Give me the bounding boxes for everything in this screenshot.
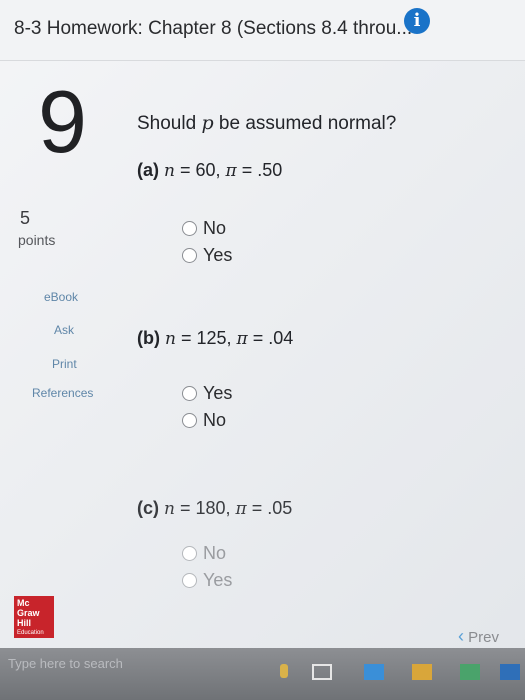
part-b-option-yes[interactable]: Yes: [182, 383, 232, 404]
option-label: No: [203, 543, 227, 563]
part-b-n-value: = 125,: [175, 328, 237, 348]
file-explorer-icon[interactable]: [412, 664, 432, 680]
part-b-pi-value: = .04: [247, 328, 294, 348]
part-b-letter: (b): [137, 328, 160, 348]
part-a-label: (a) n = 60, π = .50: [137, 160, 282, 181]
radio-button[interactable]: [182, 386, 197, 401]
question-number: 9: [38, 72, 87, 171]
part-a-option-yes[interactable]: Yes: [182, 245, 232, 266]
part-c-pi-value: = .05: [246, 498, 293, 518]
prompt-var: p: [201, 112, 214, 134]
part-a-letter: (a): [137, 160, 159, 180]
option-label: Yes: [203, 570, 233, 590]
part-a-pi-value: = .50: [236, 160, 283, 180]
points-value: 5: [20, 208, 31, 228]
question-prompt: Should p be assumed normal?: [137, 112, 396, 135]
part-a-n-value: = 60,: [174, 160, 226, 180]
part-c-n-value: = 180,: [174, 498, 236, 518]
mail-icon[interactable]: [500, 664, 520, 680]
part-b-n: n: [165, 329, 176, 349]
ebook-link[interactable]: eBook: [44, 290, 78, 304]
print-link[interactable]: Print: [52, 357, 77, 371]
chevron-left-icon: ‹: [458, 626, 464, 646]
part-a-pi: π: [225, 161, 237, 181]
logo-line-3: Hill: [17, 618, 32, 628]
taskbar-search-input[interactable]: Type here to search: [8, 656, 123, 671]
prev-label: Prev: [468, 629, 500, 646]
points-label: points: [18, 232, 56, 248]
store-icon[interactable]: [460, 664, 480, 680]
part-c-option-no[interactable]: No: [182, 543, 226, 564]
mcgraw-hill-logo: Mc Graw Hill Education: [14, 596, 54, 638]
part-c-letter: (c): [137, 498, 159, 518]
radio-button[interactable]: [182, 546, 197, 561]
part-c-n: n: [164, 499, 175, 519]
prompt-post: be assumed normal?: [213, 113, 397, 134]
logo-line-4: Education: [17, 630, 44, 636]
option-label: No: [203, 218, 227, 238]
logo-line-2: Graw: [17, 608, 40, 618]
part-c-pi: π: [235, 499, 247, 519]
option-label: Yes: [203, 245, 233, 265]
part-b-pi: π: [236, 329, 248, 349]
part-c-label: (c) n = 180, π = .05: [137, 498, 292, 519]
edge-icon[interactable]: [364, 664, 384, 680]
radio-button[interactable]: [182, 248, 197, 263]
logo-line-1: Mc: [17, 598, 30, 608]
references-link[interactable]: References: [32, 386, 93, 400]
prev-button[interactable]: ‹ Prev: [458, 626, 499, 647]
prompt-pre: Should: [137, 113, 202, 134]
part-b-option-no[interactable]: No: [182, 410, 226, 431]
radio-button[interactable]: [182, 573, 197, 588]
ask-link[interactable]: Ask: [54, 323, 74, 337]
part-b-label: (b) n = 125, π = .04: [137, 328, 293, 349]
part-c-option-yes[interactable]: Yes: [182, 570, 232, 591]
option-label: Yes: [203, 383, 233, 403]
info-icon[interactable]: i: [404, 8, 430, 34]
microphone-icon[interactable]: [280, 664, 288, 678]
option-label: No: [203, 410, 227, 430]
assignment-title: 8-3 Homework: Chapter 8 (Sections 8.4 th…: [14, 18, 413, 39]
task-view-icon[interactable]: [312, 664, 332, 680]
radio-button[interactable]: [182, 413, 197, 428]
part-a-option-no[interactable]: No: [182, 218, 226, 239]
part-a-n: n: [164, 161, 175, 181]
radio-button[interactable]: [182, 221, 197, 236]
